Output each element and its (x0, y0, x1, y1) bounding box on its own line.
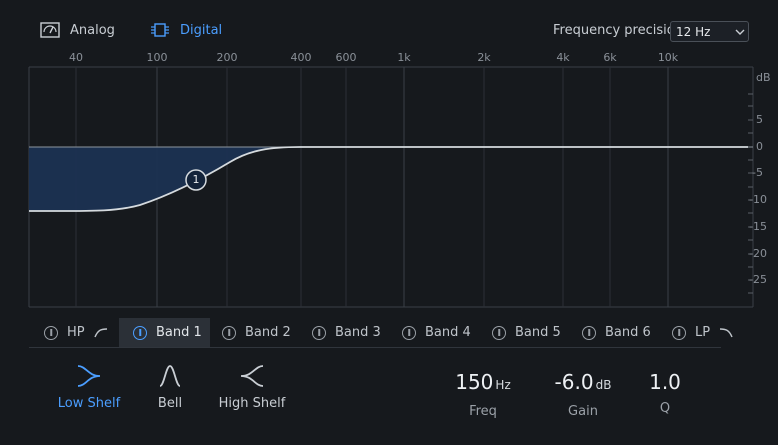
band-tab-label: Band 4 (425, 325, 471, 340)
low-shelf-icon (77, 365, 101, 387)
power-icon[interactable] (492, 325, 506, 340)
band-tab-label: HP (67, 325, 85, 340)
band-tab-hp[interactable]: HP (40, 318, 114, 347)
band-tab-band-1[interactable]: Band 1 (119, 318, 210, 347)
power-icon[interactable] (402, 325, 416, 340)
power-icon[interactable] (44, 325, 58, 340)
band-node-label: 1 (192, 173, 200, 186)
eq-graph[interactable] (0, 0, 778, 320)
gain-value-wrap: -6.0 dB (555, 370, 612, 397)
band-bar-divider (29, 347, 721, 348)
shape-label: Bell (157, 396, 183, 411)
gain-unit: dB (595, 378, 612, 392)
band-tab-label: Band 3 (335, 325, 381, 340)
q-value: 1.0 (649, 370, 681, 394)
freq-label: Freq (469, 404, 497, 419)
gain-value: -6.0 (554, 370, 594, 394)
band-tab-lp[interactable]: LP (672, 318, 733, 347)
shape-label: Low Shelf (57, 396, 121, 411)
power-icon[interactable] (222, 325, 236, 340)
freq-unit: Hz (495, 378, 511, 392)
band-tab-band-2[interactable]: Band 2 (222, 318, 291, 347)
gain-control[interactable]: -6.0 dB Gain (545, 370, 621, 419)
high-shelf-button[interactable]: High Shelf (219, 364, 285, 411)
freq-value: 150 (455, 370, 494, 394)
q-control[interactable]: 1.0 Q (635, 370, 695, 416)
band-tab-label: Band 2 (245, 325, 291, 340)
q-label: Q (659, 401, 671, 416)
band-tab-label: Band 5 (515, 325, 561, 340)
power-icon[interactable] (672, 325, 686, 340)
gain-label: Gain (568, 404, 598, 419)
freq-control[interactable]: 150 Hz Freq (445, 370, 521, 419)
high-shelf-icon (240, 365, 264, 387)
power-icon[interactable] (582, 325, 596, 340)
db-tick-label: -20 (749, 247, 767, 260)
bell-icon (159, 365, 181, 387)
low-pass-icon (720, 327, 733, 337)
band-tab-band-5[interactable]: Band 5 (492, 318, 561, 347)
low-shelf-button[interactable]: Low Shelf (57, 364, 121, 411)
db-tick-label: 0 (756, 140, 763, 153)
band-tab-band-4[interactable]: Band 4 (402, 318, 471, 347)
band-tab-label: LP (695, 325, 711, 340)
high-pass-icon (93, 327, 107, 337)
db-tick-label: -5 (752, 166, 763, 179)
band-tab-band-6[interactable]: Band 6 (582, 318, 651, 347)
freq-value-wrap: 150 Hz (455, 370, 511, 397)
db-tick-label: -10 (749, 193, 767, 206)
band-tab-band-3[interactable]: Band 3 (312, 318, 381, 347)
db-tick-label: -25 (749, 273, 767, 286)
band-tab-label: Band 6 (605, 325, 651, 340)
db-tick-label: -15 (749, 220, 767, 233)
db-unit-label: dB (756, 71, 771, 84)
shape-label: High Shelf (218, 396, 286, 411)
db-tick-label: 5 (756, 113, 763, 126)
power-icon[interactable] (133, 325, 147, 340)
eq-response-fill (29, 147, 300, 212)
band-tab-label: Band 1 (156, 325, 202, 340)
power-icon[interactable] (312, 325, 326, 340)
bell-button[interactable]: Bell (150, 364, 190, 411)
